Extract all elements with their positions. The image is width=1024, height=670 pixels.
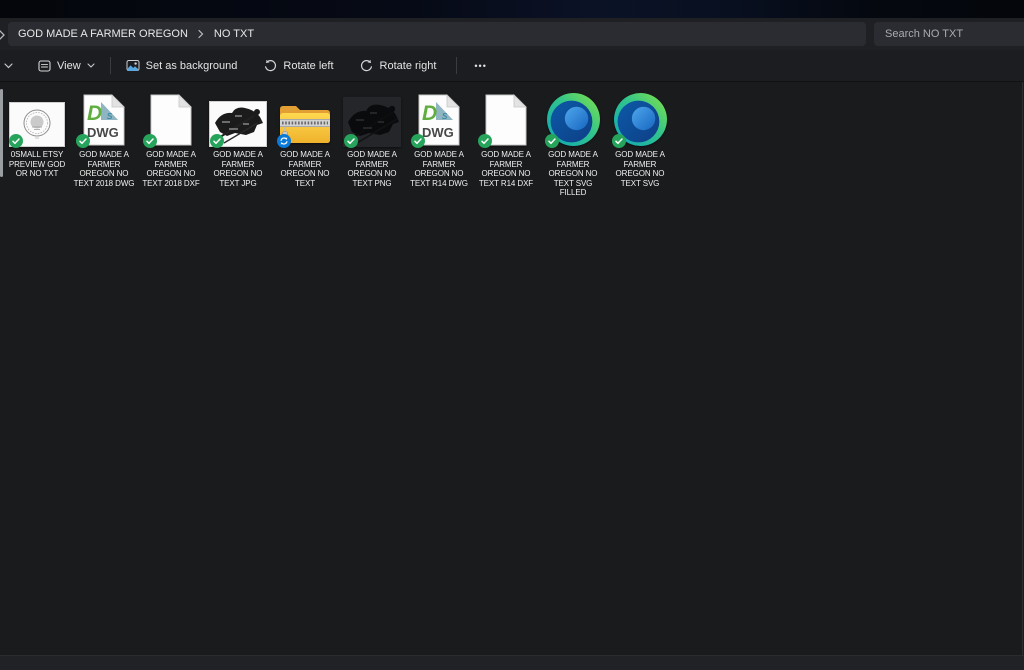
file-item[interactable]: GOD MADE A FARMER OREGON NO TEXT bbox=[273, 89, 337, 198]
rotate-right-icon bbox=[360, 59, 374, 72]
file-name-label: GOD MADE A FARMER OREGON NO TEXT R14 DWG bbox=[407, 150, 471, 188]
rotate-left-button[interactable]: Rotate left bbox=[253, 53, 343, 79]
file-name-label: GOD MADE A FARMER OREGON NO TEXT R14 DXF bbox=[474, 150, 538, 188]
view-button[interactable]: View bbox=[28, 53, 105, 79]
window-title-strip bbox=[0, 0, 1024, 18]
chevron-right-icon[interactable] bbox=[0, 28, 7, 40]
file-item[interactable]: GOD MADE A FARMER OREGON NO TEXT R14 DXF bbox=[474, 89, 538, 198]
file-name-label: GOD MADE A FARMER OREGON NO TEXT JPG bbox=[206, 150, 270, 188]
file-item[interactable]: D s DWG GOD MADE A FARMER OREGON NO TEXT… bbox=[72, 89, 136, 198]
address-row: GOD MADE A FARMER OREGON NO TXT bbox=[0, 18, 1024, 50]
toolbar-separator bbox=[110, 57, 111, 74]
rotate-left-label: Rotate left bbox=[283, 60, 333, 72]
sync-status-synced-icon bbox=[411, 134, 425, 148]
file-item[interactable]: GOD MADE A FARMER OREGON NO TEXT PNG bbox=[340, 89, 404, 198]
file-list-area: 0SMALL ETSY PREVIEW GOD OR NO TXT D s DW… bbox=[0, 82, 1024, 656]
sync-status-synced-icon bbox=[545, 134, 559, 148]
file-item[interactable]: GOD MADE A FARMER OREGON NO TEXT SVG FIL… bbox=[541, 89, 605, 198]
ellipsis-icon: ••• bbox=[474, 61, 486, 71]
file-item[interactable]: GOD MADE A FARMER OREGON NO TEXT JPG bbox=[206, 89, 270, 198]
sync-status-synced-icon bbox=[210, 134, 224, 148]
svg-text:D: D bbox=[87, 102, 102, 125]
file-item[interactable]: D s DWG GOD MADE A FARMER OREGON NO TEXT… bbox=[407, 89, 471, 198]
sync-status-syncing-icon bbox=[277, 134, 291, 148]
breadcrumb-folder[interactable]: GOD MADE A FARMER OREGON bbox=[18, 28, 188, 40]
file-name-label: GOD MADE A FARMER OREGON NO TEXT bbox=[273, 150, 337, 188]
file-name-label: 0SMALL ETSY PREVIEW GOD OR NO TXT bbox=[5, 150, 69, 179]
search-input[interactable] bbox=[883, 27, 1017, 41]
set-as-background-button[interactable]: Set as background bbox=[116, 53, 248, 79]
file-name-label: GOD MADE A FARMER OREGON NO TEXT 2018 DW… bbox=[72, 150, 136, 188]
status-bar bbox=[0, 655, 1024, 670]
svg-text:DWG: DWG bbox=[422, 125, 454, 140]
file-name-label: GOD MADE A FARMER OREGON NO TEXT PNG bbox=[340, 150, 404, 188]
svg-text:s: s bbox=[107, 110, 113, 122]
chevron-down-icon bbox=[87, 63, 95, 68]
file-name-label: GOD MADE A FARMER OREGON NO TEXT SVG FIL… bbox=[541, 150, 605, 198]
wallpaper-image-icon bbox=[126, 59, 140, 72]
chevron-down-icon[interactable] bbox=[4, 63, 20, 69]
rotate-right-button[interactable]: Rotate right bbox=[350, 53, 447, 79]
sync-status-synced-icon bbox=[143, 134, 157, 148]
sync-status-synced-icon bbox=[612, 134, 626, 148]
navigation-pane-scrollbar[interactable] bbox=[0, 89, 3, 177]
file-item[interactable]: GOD MADE A FARMER OREGON NO TEXT 2018 DX… bbox=[139, 89, 203, 198]
svg-text:s: s bbox=[442, 110, 448, 122]
see-more-button[interactable]: ••• bbox=[462, 53, 498, 79]
file-item[interactable]: 0SMALL ETSY PREVIEW GOD OR NO TXT bbox=[5, 89, 69, 198]
rotate-left-icon bbox=[263, 59, 277, 72]
search-box[interactable] bbox=[874, 22, 1024, 46]
chevron-right-icon bbox=[197, 29, 205, 39]
sync-status-synced-icon bbox=[9, 134, 23, 148]
file-name-label: GOD MADE A FARMER OREGON NO TEXT SVG bbox=[608, 150, 672, 188]
rotate-right-label: Rotate right bbox=[380, 60, 437, 72]
toolbar-separator bbox=[456, 57, 457, 74]
file-item[interactable]: GOD MADE A FARMER OREGON NO TEXT SVG bbox=[608, 89, 672, 198]
sync-status-synced-icon bbox=[478, 134, 492, 148]
svg-text:D: D bbox=[422, 102, 437, 125]
set-as-background-label: Set as background bbox=[146, 60, 238, 72]
file-grid: 0SMALL ETSY PREVIEW GOD OR NO TXT D s DW… bbox=[5, 89, 675, 198]
address-bar[interactable]: GOD MADE A FARMER OREGON NO TXT bbox=[8, 22, 866, 46]
command-toolbar: View Set as background Rotate left Rotat… bbox=[0, 50, 1024, 82]
sync-status-synced-icon bbox=[344, 134, 358, 148]
view-button-label: View bbox=[57, 60, 81, 72]
view-layout-icon bbox=[38, 60, 51, 72]
file-name-label: GOD MADE A FARMER OREGON NO TEXT 2018 DX… bbox=[139, 150, 203, 188]
svg-text:DWG: DWG bbox=[87, 125, 119, 140]
sync-status-synced-icon bbox=[76, 134, 90, 148]
breadcrumb-current-folder[interactable]: NO TXT bbox=[214, 28, 254, 40]
